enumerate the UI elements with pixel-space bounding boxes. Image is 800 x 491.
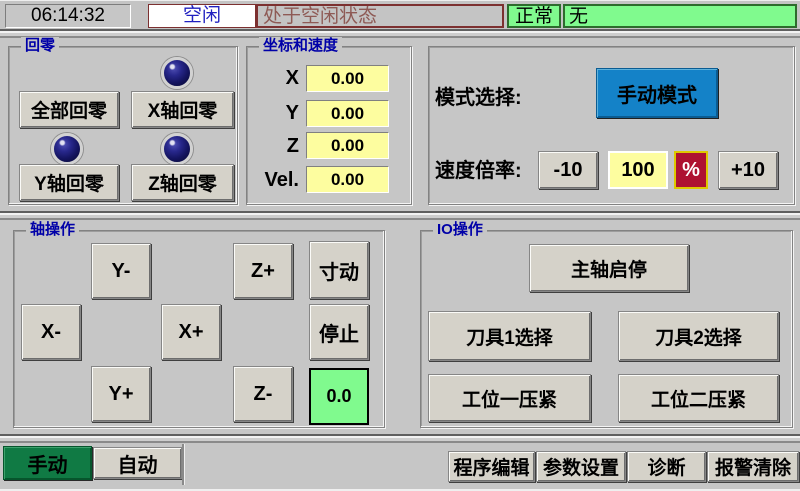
- y-home-led-indicator: [51, 133, 83, 165]
- jog-x-plus-button[interactable]: X+: [161, 304, 221, 360]
- spindle-start-stop-button[interactable]: 主轴启停: [529, 244, 689, 292]
- state-description-display: 处于空闲状态: [256, 4, 504, 28]
- jog-z-minus-button[interactable]: Z-: [233, 366, 293, 422]
- x-coord-label: X: [247, 67, 299, 90]
- mode-speed-panel: 模式选择: 手动模式 速度倍率: -10 100 % +10: [428, 46, 795, 205]
- diagnosis-button[interactable]: 诊断: [627, 451, 706, 482]
- speed-override-label: 速度倍率:: [435, 154, 522, 183]
- override-percent-label: %: [674, 151, 708, 189]
- axis-operation-panel: 轴操作 Y- Z+ 寸动 X- X+ 停止 Y+ Z- 0.0: [13, 230, 385, 428]
- alarm-message-display: 无: [563, 4, 797, 28]
- io-operation-panel: IO操作 主轴启停 刀具1选择 刀具2选择 工位一压紧 工位二压紧: [420, 230, 793, 428]
- z-home-led-indicator: [161, 133, 193, 165]
- auto-mode-tab[interactable]: 自动: [93, 447, 182, 479]
- program-edit-button[interactable]: 程序编辑: [448, 451, 535, 482]
- stop-button[interactable]: 停止: [309, 304, 369, 360]
- coords-panel-title: 坐标和速度: [259, 37, 342, 55]
- home-x-axis-button[interactable]: X轴回零: [131, 91, 234, 128]
- z-coord-value: 0.00: [306, 132, 389, 159]
- homing-panel-title: 回零: [21, 37, 59, 55]
- coords-speed-panel: 坐标和速度 X 0.00 Y 0.00 Z 0.00 Vel. 0.00: [246, 46, 412, 205]
- bottom-bar-separator: [182, 444, 184, 485]
- clock-display: 06:14:32: [5, 4, 131, 28]
- y-coord-label: Y: [247, 102, 299, 125]
- velocity-label: Vel.: [247, 169, 299, 192]
- home-z-axis-button[interactable]: Z轴回零: [131, 164, 234, 201]
- axis-panel-title: 轴操作: [26, 221, 79, 239]
- divider-bottom: [0, 434, 800, 443]
- tool2-select-button[interactable]: 刀具2选择: [618, 311, 779, 361]
- alarm-status-display: 正常: [507, 4, 561, 28]
- io-panel-title: IO操作: [433, 221, 487, 239]
- mode-select-label: 模式选择:: [435, 81, 522, 110]
- mode-select-button[interactable]: 手动模式: [596, 68, 718, 118]
- jog-z-plus-button[interactable]: Z+: [233, 243, 293, 299]
- divider-top: [0, 29, 800, 38]
- velocity-value: 0.00: [306, 166, 389, 193]
- tool1-select-button[interactable]: 刀具1选择: [428, 311, 591, 361]
- parameter-settings-button[interactable]: 参数设置: [536, 451, 626, 482]
- y-coord-value: 0.00: [306, 100, 389, 127]
- station1-clamp-button[interactable]: 工位一压紧: [428, 374, 591, 422]
- override-value-display: 100: [608, 151, 668, 189]
- manual-mode-tab[interactable]: 手动: [3, 446, 92, 480]
- z-coord-label: Z: [247, 135, 299, 158]
- home-all-button[interactable]: 全部回零: [19, 91, 119, 128]
- alarm-clear-button[interactable]: 报警清除: [707, 451, 799, 482]
- station2-clamp-button[interactable]: 工位二压紧: [618, 374, 779, 422]
- jog-y-plus-button[interactable]: Y+: [91, 366, 151, 422]
- x-coord-value: 0.00: [306, 65, 389, 92]
- override-increase-button[interactable]: +10: [718, 151, 778, 189]
- status-bar: 06:14:32 空闲 处于空闲状态 正常 无: [0, 0, 800, 30]
- homing-panel: 回零 全部回零 X轴回零 Y轴回零 Z轴回零: [8, 46, 238, 205]
- bottom-nav-bar: 手动 自动 程序编辑 参数设置 诊断 报警清除: [0, 444, 800, 491]
- jog-x-minus-button[interactable]: X-: [21, 304, 81, 360]
- machine-state-display: 空闲: [148, 4, 256, 28]
- x-home-led-indicator: [161, 57, 193, 89]
- jog-y-minus-button[interactable]: Y-: [91, 243, 151, 299]
- override-decrease-button[interactable]: -10: [538, 151, 598, 189]
- home-y-axis-button[interactable]: Y轴回零: [19, 164, 119, 201]
- divider-middle: [0, 211, 800, 220]
- jog-step-value-field[interactable]: 0.0: [309, 368, 369, 425]
- jog-mode-button[interactable]: 寸动: [309, 241, 369, 299]
